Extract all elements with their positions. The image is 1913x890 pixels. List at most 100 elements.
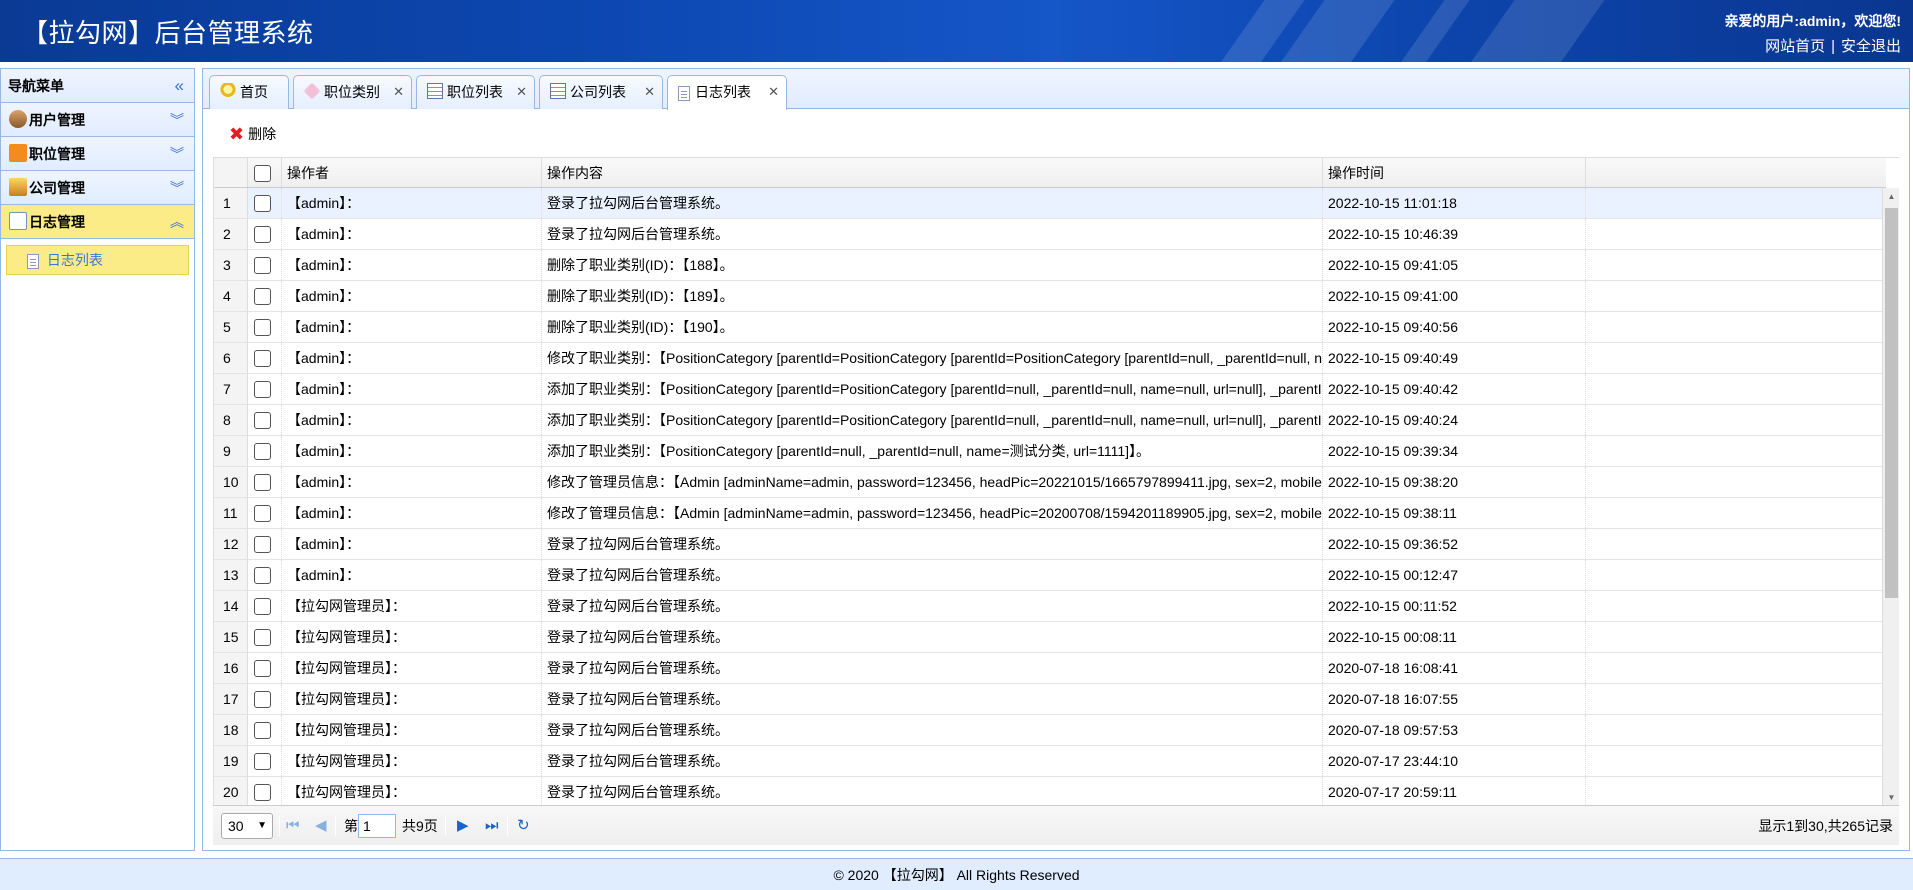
chevron-down-icon: ▼ [257, 820, 267, 831]
column-header-time[interactable]: 操作时间 [1323, 158, 1586, 187]
tab-company-list[interactable]: 公司列表 ✕ [539, 75, 663, 109]
chevron-down-icon[interactable]: ︾ [170, 103, 184, 137]
table-row[interactable]: 17 【拉勾网管理员】： 登录了拉勾网后台管理系统。 2020-07-18 16:07… [214, 684, 1886, 715]
operator-cell: 【拉勾网管理员】： [282, 684, 542, 714]
sidebar-item-log-list[interactable]: 日志列表 [6, 245, 189, 275]
table-row[interactable]: 10 【admin】： 修改了管理员信息：【Admin [adminName=adm… [214, 467, 1886, 498]
row-checkbox[interactable] [254, 504, 271, 522]
close-icon[interactable]: ✕ [516, 76, 527, 108]
row-checkbox[interactable] [254, 721, 271, 739]
content-cell: 添加了职业类别：【PositionCategory [parentId=Posi… [542, 374, 1323, 404]
row-checkbox[interactable] [254, 752, 271, 770]
row-number: 8 [214, 405, 248, 435]
row-checkbox[interactable] [254, 442, 271, 460]
prev-page-icon[interactable]: ◀ [315, 806, 327, 846]
row-checkbox[interactable] [254, 628, 271, 646]
sidebar-menu-positions[interactable]: 职位管理 ︾ [1, 137, 194, 171]
table-row[interactable]: 19 【拉勾网管理员】： 登录了拉勾网后台管理系统。 2020-07-17 23:44… [214, 746, 1886, 777]
row-checkbox[interactable] [254, 411, 271, 429]
table-row[interactable]: 18 【拉勾网管理员】： 登录了拉勾网后台管理系统。 2020-07-18 09:57… [214, 715, 1886, 746]
log-icon [9, 212, 27, 231]
table-row[interactable]: 1 【admin】： 登录了拉勾网后台管理系统。 2022-10-15 11:01:1… [214, 188, 1886, 219]
row-checkbox[interactable] [254, 318, 271, 336]
table-row[interactable]: 16 【拉勾网管理员】： 登录了拉勾网后台管理系统。 2020-07-18 16:08… [214, 653, 1886, 684]
chevron-up-icon[interactable]: ︽ [170, 205, 184, 239]
collapse-left-icon[interactable]: « [175, 69, 184, 103]
first-page-icon[interactable]: ⏮ [286, 806, 300, 846]
close-icon[interactable]: ✕ [393, 76, 404, 108]
refresh-icon[interactable]: ↻ [517, 806, 530, 846]
operator-cell: 【拉勾网管理员】： [282, 653, 542, 683]
table-row[interactable]: 6 【admin】： 修改了职业类别：【PositionCategory [pare… [214, 343, 1886, 374]
table-row[interactable]: 4 【admin】： 删除了职业类别(ID)：【189】。 2022-10-15 09… [214, 281, 1886, 312]
operator-cell: 【拉勾网管理员】： [282, 622, 542, 652]
table-row[interactable]: 14 【拉勾网管理员】： 登录了拉勾网后台管理系统。 2022-10-15 00:11… [214, 591, 1886, 622]
table-row[interactable]: 11 【admin】： 修改了管理员信息：【Admin [adminName=adm… [214, 498, 1886, 529]
sidebar-menu-companies[interactable]: 公司管理 ︾ [1, 171, 194, 205]
row-number: 4 [214, 281, 248, 311]
row-select-cell [248, 591, 282, 621]
pager-separator [335, 816, 336, 836]
tab-home[interactable]: 首页 [209, 75, 289, 109]
vertical-scrollbar[interactable]: ▲ ▼ [1882, 188, 1899, 806]
row-checkbox[interactable] [254, 349, 271, 367]
page-number-input[interactable]: 1 [358, 814, 396, 838]
operator-cell: 【admin】： [282, 467, 542, 497]
row-checkbox[interactable] [254, 380, 271, 398]
table-row[interactable]: 13 【admin】： 登录了拉勾网后台管理系统。 2022-10-15 00:12:… [214, 560, 1886, 591]
scroll-up-icon[interactable]: ▲ [1883, 188, 1900, 205]
content-cell: 登录了拉勾网后台管理系统。 [542, 622, 1323, 652]
row-checkbox[interactable] [254, 194, 271, 212]
home-link[interactable]: 网站首页 [1765, 38, 1825, 55]
row-select-cell [248, 188, 282, 218]
column-header-operator[interactable]: 操作者 [282, 158, 542, 187]
chevron-down-icon[interactable]: ︾ [170, 171, 184, 205]
row-checkbox[interactable] [254, 225, 271, 243]
row-number: 2 [214, 219, 248, 249]
table-row[interactable]: 9 【admin】： 添加了职业类别：【PositionCategory [pare… [214, 436, 1886, 467]
row-checkbox[interactable] [254, 690, 271, 708]
row-checkbox[interactable] [254, 256, 271, 274]
close-icon[interactable]: ✕ [644, 76, 655, 108]
row-checkbox[interactable] [254, 597, 271, 615]
table-row[interactable]: 8 【admin】： 添加了职业类别：【PositionCategory [pare… [214, 405, 1886, 436]
content-cell: 修改了职业类别：【PositionCategory [parentId=Posi… [542, 343, 1323, 373]
scroll-down-icon[interactable]: ▼ [1883, 789, 1900, 806]
content-cell: 登录了拉勾网后台管理系统。 [542, 560, 1323, 590]
sidebar-menu-logs[interactable]: 日志管理 ︽ [1, 205, 194, 239]
tab-position-list[interactable]: 职位列表 ✕ [416, 75, 535, 109]
row-checkbox[interactable] [254, 783, 271, 801]
tab-log-list[interactable]: 日志列表 ✕ [667, 75, 787, 110]
time-cell: 2020-07-17 23:44:10 [1323, 746, 1586, 776]
row-checkbox[interactable] [254, 535, 271, 553]
row-checkbox[interactable] [254, 659, 271, 677]
content-cell: 登录了拉勾网后台管理系统。 [542, 529, 1323, 559]
logout-link[interactable]: 安全退出 [1841, 38, 1901, 55]
delete-button[interactable]: ✖ 删除 [229, 111, 276, 157]
row-checkbox[interactable] [254, 287, 271, 305]
last-page-icon[interactable]: ⏭ [485, 806, 499, 846]
table-row[interactable]: 5 【admin】： 删除了职业类别(ID)：【190】。 2022-10-15 09… [214, 312, 1886, 343]
table-row[interactable]: 12 【admin】： 登录了拉勾网后台管理系统。 2022-10-15 09:36:… [214, 529, 1886, 560]
pager-separator [279, 816, 280, 836]
select-all-checkbox[interactable] [254, 164, 271, 182]
scroll-thumb[interactable] [1885, 208, 1898, 598]
column-header-content[interactable]: 操作内容 [542, 158, 1323, 187]
page-size-select[interactable]: 30 ▼ [221, 813, 273, 839]
operator-cell: 【admin】： [282, 374, 542, 404]
document-icon [678, 85, 690, 101]
time-cell: 2022-10-15 10:46:39 [1323, 219, 1586, 249]
row-checkbox[interactable] [254, 473, 271, 491]
table-row[interactable]: 7 【admin】： 添加了职业类别：【PositionCategory [pare… [214, 374, 1886, 405]
delete-icon: ✖ [229, 124, 245, 144]
row-checkbox[interactable] [254, 566, 271, 584]
table-row[interactable]: 20 【拉勾网管理员】： 登录了拉勾网后台管理系统。 2020-07-17 20:59… [214, 777, 1886, 808]
chevron-down-icon[interactable]: ︾ [170, 137, 184, 171]
tab-position-category[interactable]: 职位类别 ✕ [293, 75, 412, 109]
table-row[interactable]: 3 【admin】： 删除了职业类别(ID)：【188】。 2022-10-15 09… [214, 250, 1886, 281]
next-page-icon[interactable]: ▶ [457, 806, 469, 846]
table-row[interactable]: 2 【admin】： 登录了拉勾网后台管理系统。 2022-10-15 10:46:3… [214, 219, 1886, 250]
close-icon[interactable]: ✕ [768, 76, 779, 108]
table-row[interactable]: 15 【拉勾网管理员】： 登录了拉勾网后台管理系统。 2022-10-15 00:08… [214, 622, 1886, 653]
sidebar-menu-users[interactable]: 用户管理 ︾ [1, 103, 194, 137]
